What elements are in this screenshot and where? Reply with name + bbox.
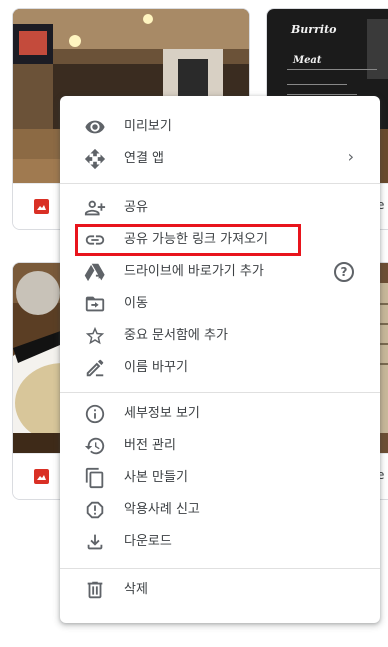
menu-board-title: Burrito — [291, 23, 337, 36]
context-menu: 미리보기 연결 앱 › 공유 공유 가능한 링크 가져오기 드라이브에 바로가기… — [60, 96, 380, 623]
menu-item-view-details[interactable]: 세부정보 보기 — [60, 398, 380, 430]
menu-item-label: 공유 — [124, 200, 148, 215]
menu-item-label: 드라이브에 바로가기 추가 — [124, 264, 264, 279]
menu-item-label: 악용사례 신고 — [124, 502, 200, 517]
help-icon-glyph: ? — [340, 265, 348, 279]
image-file-icon — [34, 469, 49, 484]
menu-divider — [60, 183, 380, 184]
menu-item-label: 삭제 — [124, 582, 148, 597]
drive-file-grid: Burrito Meat e e 미리보기 연결 앱 › 공유 공유 가능한 링… — [0, 0, 388, 647]
image-file-icon — [34, 199, 49, 214]
menu-item-open-with[interactable]: 연결 앱 › — [60, 143, 380, 175]
menu-item-manage-versions[interactable]: 버전 관리 — [60, 430, 380, 462]
menu-item-label: 미리보기 — [124, 119, 172, 134]
info-icon — [85, 404, 105, 424]
menu-divider — [60, 392, 380, 393]
move-to-folder-icon — [85, 296, 105, 312]
menu-item-preview[interactable]: 미리보기 — [60, 111, 380, 143]
menu-item-add-starred[interactable]: 중요 문서함에 추가 — [60, 320, 380, 352]
chevron-right-icon: › — [347, 147, 354, 166]
menu-divider — [60, 568, 380, 569]
report-icon — [86, 501, 104, 519]
menu-item-label: 다운로드 — [124, 534, 172, 549]
menu-item-label: 세부정보 보기 — [124, 406, 200, 421]
copy-icon — [85, 467, 104, 489]
move-arrows-icon — [84, 148, 106, 170]
help-icon[interactable]: ? — [334, 262, 354, 282]
menu-item-download[interactable]: 다운로드 — [60, 526, 380, 558]
star-icon — [85, 326, 105, 345]
menu-item-rename[interactable]: 이름 바꾸기 — [60, 352, 380, 384]
menu-item-make-copy[interactable]: 사본 만들기 — [60, 462, 380, 494]
menu-item-label: 이동 — [124, 296, 148, 311]
menu-item-add-shortcut[interactable]: 드라이브에 바로가기 추가 ? — [60, 256, 380, 288]
menu-item-report-abuse[interactable]: 악용사례 신고 — [60, 494, 380, 526]
trash-icon — [87, 581, 103, 599]
history-icon — [84, 437, 105, 455]
add-person-icon — [84, 200, 106, 216]
menu-item-label: 연결 앱 — [124, 151, 165, 166]
pencil-icon — [86, 359, 104, 377]
menu-board-section: Meat — [293, 55, 322, 66]
menu-item-label: 버전 관리 — [124, 438, 176, 453]
menu-item-label: 중요 문서함에 추가 — [124, 328, 228, 343]
menu-item-delete[interactable]: 삭제 — [60, 574, 380, 606]
menu-item-label: 이름 바꾸기 — [124, 360, 188, 375]
eye-icon — [85, 120, 105, 134]
drive-shortcut-icon — [84, 263, 105, 282]
highlight-box — [75, 224, 301, 256]
menu-item-share[interactable]: 공유 — [60, 192, 380, 224]
menu-item-move[interactable]: 이동 — [60, 288, 380, 320]
menu-item-label: 사본 만들기 — [124, 470, 188, 485]
download-icon — [87, 534, 103, 550]
